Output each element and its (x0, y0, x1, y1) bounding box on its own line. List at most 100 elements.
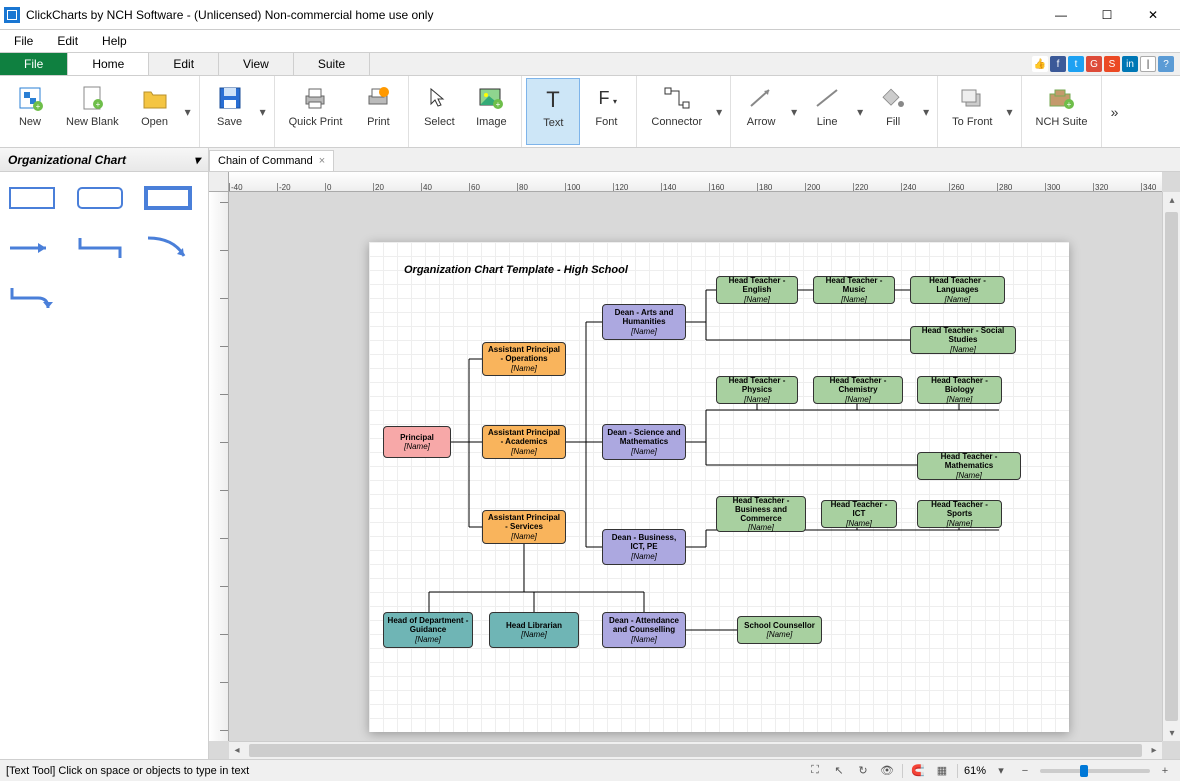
scroll-up[interactable]: ▴ (1164, 192, 1180, 208)
shape-connector-down[interactable] (8, 284, 56, 312)
shape-connector-elbow[interactable] (76, 234, 124, 262)
status-redo-icon[interactable]: ↻ (854, 763, 872, 779)
close-button[interactable]: ✕ (1130, 0, 1176, 30)
shape-arrow-straight[interactable] (8, 234, 56, 262)
tab-edit[interactable]: Edit (149, 53, 219, 75)
node-principal[interactable]: Principal[Name] (383, 426, 451, 458)
node-ap-operations[interactable]: Assistant Principal - Operations[Name] (482, 342, 566, 376)
line-dropdown[interactable]: ▾ (853, 78, 867, 145)
shape-arrow-curve[interactable] (144, 234, 192, 262)
scrollbar-h-thumb[interactable] (249, 744, 1142, 757)
node-ht-languages[interactable]: Head Teacher - Languages[Name] (910, 276, 1005, 304)
node-ht-social[interactable]: Head Teacher - Social Studies[Name] (910, 326, 1016, 354)
node-head-guidance[interactable]: Head of Department - Guidance[Name] (383, 612, 473, 648)
save-dropdown[interactable]: ▾ (256, 78, 270, 145)
app-icon (4, 7, 20, 23)
zoom-slider[interactable] (1040, 769, 1150, 773)
scroll-down[interactable]: ▾ (1164, 725, 1180, 741)
ribbon-print[interactable]: Print (352, 78, 404, 145)
status-cursor-icon[interactable]: ↖ (830, 763, 848, 779)
fill-dropdown[interactable]: ▾ (919, 78, 933, 145)
status-snap-icon[interactable]: 🧲 (909, 763, 927, 779)
ribbon-new[interactable]: +New (4, 78, 56, 145)
status-grid-icon[interactable]: ▦ (933, 763, 951, 779)
tab-view[interactable]: View (219, 53, 294, 75)
line-icon (811, 82, 843, 114)
ribbon-save[interactable]: Save (204, 78, 256, 145)
scrollbar-horizontal[interactable]: ◂ ▸ (229, 741, 1162, 759)
stumble-icon[interactable]: S (1104, 56, 1120, 72)
shapes-panel-header[interactable]: Organizational Chart ▾ (0, 148, 208, 172)
zoom-in[interactable]: + (1156, 763, 1174, 779)
connector-dropdown[interactable]: ▾ (712, 78, 726, 145)
canvas[interactable]: Organization Chart Template - High Schoo… (229, 192, 1162, 741)
tab-file[interactable]: File (0, 53, 68, 75)
zoom-dropdown[interactable]: ▾ (992, 763, 1010, 779)
ribbon-fill[interactable]: Fill (867, 78, 919, 145)
ribbon-new-blank[interactable]: +New Blank (56, 78, 129, 145)
scroll-right[interactable]: ▸ (1146, 742, 1162, 758)
help-icon[interactable]: ? (1158, 56, 1174, 72)
node-ht-chemistry[interactable]: Head Teacher - Chemistry[Name] (813, 376, 903, 404)
facebook-icon[interactable]: f (1050, 56, 1066, 72)
shape-rect-rounded[interactable] (76, 184, 124, 212)
ribbon-select[interactable]: Select (413, 78, 465, 145)
arrow-dropdown[interactable]: ▾ (787, 78, 801, 145)
node-head-librarian[interactable]: Head Librarian[Name] (489, 612, 579, 648)
open-dropdown[interactable]: ▾ (181, 78, 195, 145)
node-ht-physics[interactable]: Head Teacher - Physics[Name] (716, 376, 798, 404)
node-ht-sports[interactable]: Head Teacher - Sports[Name] (917, 500, 1002, 528)
googleplus-icon[interactable]: G (1086, 56, 1102, 72)
tab-suite[interactable]: Suite (294, 53, 370, 75)
node-dean-science[interactable]: Dean - Science and Mathematics[Name] (602, 424, 686, 460)
node-ht-biology[interactable]: Head Teacher - Biology[Name] (917, 376, 1002, 404)
node-ap-services[interactable]: Assistant Principal - Services[Name] (482, 510, 566, 544)
minimize-button[interactable]: — (1038, 0, 1084, 30)
close-tab-icon[interactable]: × (319, 155, 325, 167)
ribbon-to-front[interactable]: To Front (942, 78, 1002, 145)
ribbon-text[interactable]: TText (526, 78, 580, 145)
ribbon-open[interactable]: Open (129, 78, 181, 145)
node-ht-math[interactable]: Head Teacher - Mathematics[Name] (917, 452, 1021, 480)
node-school-counsellor[interactable]: School Counsellor[Name] (737, 616, 822, 644)
ribbon-font[interactable]: F▾Font (580, 78, 632, 145)
scrollbar-v-thumb[interactable] (1165, 212, 1178, 721)
select-icon (423, 82, 455, 114)
menu-file[interactable]: File (8, 32, 39, 50)
menu-help[interactable]: Help (96, 32, 133, 50)
menu-edit[interactable]: Edit (51, 32, 84, 50)
shape-rect-thin[interactable] (8, 184, 56, 212)
node-ht-ict[interactable]: Head Teacher - ICT[Name] (821, 500, 897, 528)
tofront-dropdown[interactable]: ▾ (1003, 78, 1017, 145)
page[interactable]: Organization Chart Template - High Schoo… (369, 242, 1069, 732)
node-dean-attendance[interactable]: Dean - Attendance and Counselling[Name] (602, 612, 686, 648)
shapes-panel-dropdown[interactable]: ▾ (194, 153, 200, 167)
tab-home[interactable]: Home (68, 53, 149, 75)
ribbon-nch-suite[interactable]: +NCH Suite (1026, 78, 1098, 145)
maximize-button[interactable]: ☐ (1084, 0, 1130, 30)
twitter-icon[interactable]: t (1068, 56, 1084, 72)
shape-rect-thick[interactable] (144, 184, 192, 212)
node-ht-business[interactable]: Head Teacher - Business and Commerce[Nam… (716, 496, 806, 532)
zoom-out[interactable]: − (1016, 763, 1034, 779)
node-ap-academics[interactable]: Assistant Principal - Academics[Name] (482, 425, 566, 459)
document-tab[interactable]: Chain of Command × (209, 150, 334, 171)
scroll-left[interactable]: ◂ (229, 742, 245, 758)
ribbon-overflow[interactable]: » (1102, 76, 1126, 147)
thumbs-up-icon[interactable]: 👍 (1032, 56, 1048, 72)
linkedin-icon[interactable]: in (1122, 56, 1138, 72)
node-ht-music[interactable]: Head Teacher - Music[Name] (813, 276, 895, 304)
node-ht-english[interactable]: Head Teacher - English[Name] (716, 276, 798, 304)
ribbon: +New +New Blank Open ▾ Save ▾ Quick Prin… (0, 76, 1180, 148)
zoom-thumb[interactable] (1080, 765, 1088, 777)
ribbon-quick-print[interactable]: Quick Print (279, 78, 353, 145)
ribbon-connector[interactable]: Connector (641, 78, 712, 145)
node-dean-business[interactable]: Dean - Business, ICT, PE[Name] (602, 529, 686, 565)
status-eye-icon[interactable]: 👁 (878, 763, 896, 779)
ribbon-arrow[interactable]: Arrow (735, 78, 787, 145)
status-fit-icon[interactable]: ⛶ (806, 763, 824, 779)
scrollbar-vertical[interactable]: ▴ ▾ (1162, 192, 1180, 741)
node-dean-arts[interactable]: Dean - Arts and Humanities[Name] (602, 304, 686, 340)
ribbon-image[interactable]: +Image (465, 78, 517, 145)
ribbon-line[interactable]: Line (801, 78, 853, 145)
